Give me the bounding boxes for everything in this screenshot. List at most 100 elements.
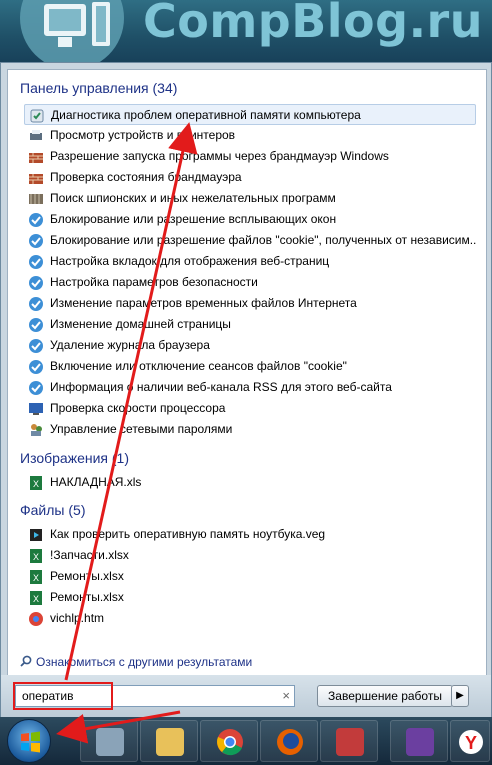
internet-options-icon <box>29 297 43 311</box>
internet-options-icon <box>29 276 43 290</box>
control-panel-item[interactable]: Проверка состояния брандмауэра <box>24 167 476 188</box>
control-panel-item[interactable]: Изменение домашней страницы <box>24 314 476 335</box>
images-item[interactable]: X НАКЛАДНАЯ.xls <box>24 472 476 493</box>
taskbar-app[interactable] <box>320 720 378 762</box>
files-item[interactable]: X Ремонты.xlsx <box>24 587 476 608</box>
control-panel-item-label: Блокирование или разрешение всплывающих … <box>50 212 337 226</box>
annotation-highlight-box <box>13 682 113 710</box>
search-icon <box>20 655 32 667</box>
control-panel-item-label: Удаление журнала браузера <box>50 338 210 352</box>
control-panel-item-label: Диагностика проблем оперативной памяти к… <box>51 108 361 122</box>
save-icon <box>406 728 434 756</box>
blog-title: CompBlog.ru <box>143 0 483 48</box>
files-item-label: !Запчасти.xlsx <box>50 548 129 562</box>
svg-text:X: X <box>33 552 39 562</box>
video-file-icon <box>30 529 42 541</box>
excel-icon: X <box>30 591 42 605</box>
svg-text:Y: Y <box>465 733 477 753</box>
monitor-stand <box>58 37 72 47</box>
search-results: Панель управления (34) Диагностика пробл… <box>7 69 487 733</box>
internet-options-icon <box>29 318 43 332</box>
files-item[interactable]: X !Запчасти.xlsx <box>24 545 476 566</box>
taskbar-calculator[interactable] <box>80 720 138 762</box>
control-panel-item[interactable]: Просмотр устройств и принтеров <box>24 125 476 146</box>
firewall-icon <box>29 174 43 184</box>
group-header-control-panel[interactable]: Панель управления (34) <box>20 80 177 96</box>
control-panel-item[interactable]: Проверка скорости процессора <box>24 398 476 419</box>
defender-icon <box>29 194 43 204</box>
files-item-label: Ремонты.xlsx <box>50 569 124 583</box>
taskbar-chrome[interactable] <box>200 720 258 762</box>
control-panel-item-label: Информация о наличии веб-канала RSS для … <box>50 380 392 394</box>
taskbar-firefox[interactable] <box>260 720 318 762</box>
internet-options-icon <box>29 381 43 395</box>
computer-logo-icon <box>44 4 86 36</box>
images-item-label: НАКЛАДНАЯ.xls <box>50 475 142 489</box>
search-row: оператив × Завершение работы ▶ <box>1 675 491 717</box>
control-panel-item[interactable]: Блокирование или разрешение файлов "cook… <box>24 230 476 251</box>
internet-options-icon <box>29 339 43 353</box>
explorer-icon <box>156 728 184 756</box>
control-panel-item-label: Настройка вкладок для отображения веб-ст… <box>50 254 330 268</box>
system-icon <box>29 403 43 415</box>
svg-text:X: X <box>33 594 39 604</box>
internet-options-icon <box>29 213 43 227</box>
users-icon <box>31 424 42 436</box>
control-panel-item[interactable]: Поиск шпионских и иных нежелательных про… <box>24 188 476 209</box>
svg-text:X: X <box>33 479 39 489</box>
chrome-file-icon <box>29 612 43 626</box>
control-panel-item-label: Разрешение запуска программы через бранд… <box>50 149 389 163</box>
files-item-label: vichlp.htm <box>50 611 105 625</box>
files-item-label: Ремонты.xlsx <box>50 590 124 604</box>
internet-options-icon <box>29 360 43 374</box>
files-item[interactable]: Как проверить оперативную память ноутбук… <box>24 524 476 545</box>
control-panel-item[interactable]: Настройка вкладок для отображения веб-ст… <box>24 251 476 272</box>
control-panel-item-label: Управление сетевыми паролями <box>50 422 233 436</box>
control-panel-item-label: Включение или отключение сеансов файлов … <box>50 359 347 373</box>
control-panel-item[interactable]: Информация о наличии веб-канала RSS для … <box>24 377 476 398</box>
files-item[interactable]: X Ремонты.xlsx <box>24 566 476 587</box>
taskbar: Y <box>0 717 492 765</box>
printer-icon <box>30 130 42 140</box>
files-item[interactable]: vichlp.htm <box>24 608 476 629</box>
memory-diagnostic-icon <box>30 109 44 123</box>
control-panel-item-label: Настройка параметров безопасности <box>50 275 258 289</box>
firewall-icon <box>29 153 43 163</box>
control-panel-item-label: Блокирование или разрешение файлов "cook… <box>50 233 476 247</box>
taskbar-save[interactable] <box>390 720 448 762</box>
internet-options-icon <box>29 255 43 269</box>
windows-logo-icon <box>21 731 40 753</box>
excel-icon: X <box>30 549 42 563</box>
clear-search-icon[interactable]: × <box>282 688 290 703</box>
shutdown-options-arrow-icon[interactable]: ▶ <box>451 685 469 707</box>
firefox-icon <box>277 729 303 755</box>
calculator-icon <box>96 728 124 756</box>
control-panel-item-label: Просмотр устройств и принтеров <box>50 128 236 142</box>
svg-text:X: X <box>33 573 39 583</box>
control-panel-item[interactable]: Блокирование или разрешение всплывающих … <box>24 209 476 230</box>
control-panel-item[interactable]: Управление сетевыми паролями <box>24 419 476 440</box>
taskbar-explorer[interactable] <box>140 720 198 762</box>
pc-tower-icon <box>92 2 110 46</box>
start-button[interactable] <box>7 719 51 763</box>
shutdown-button[interactable]: Завершение работы <box>317 685 453 707</box>
control-panel-item-label: Изменение параметров временных файлов Ин… <box>50 296 357 310</box>
group-header-images[interactable]: Изображения (1) <box>20 450 129 466</box>
control-panel-item-label: Поиск шпионских и иных нежелательных про… <box>50 191 336 205</box>
control-panel-item[interactable]: Настройка параметров безопасности <box>24 272 476 293</box>
files-item-label: Как проверить оперативную память ноутбук… <box>50 527 326 541</box>
blog-banner: CompBlog.ru <box>0 0 492 62</box>
control-panel-item[interactable]: Удаление журнала браузера <box>24 335 476 356</box>
chrome-icon <box>217 729 243 756</box>
taskbar-yandex[interactable]: Y <box>450 720 490 762</box>
start-menu: Панель управления (34) Диагностика пробл… <box>0 62 492 733</box>
control-panel-item-label: Проверка скорости процессора <box>50 401 226 415</box>
control-panel-item[interactable]: Включение или отключение сеансов файлов … <box>24 356 476 377</box>
control-panel-item[interactable]: Разрешение запуска программы через бранд… <box>24 146 476 167</box>
control-panel-item[interactable]: Изменение параметров временных файлов Ин… <box>24 293 476 314</box>
group-header-files[interactable]: Файлы (5) <box>20 502 85 518</box>
see-more-results-link[interactable]: Ознакомиться с другими результатами <box>20 655 252 669</box>
control-panel-item[interactable]: Диагностика проблем оперативной памяти к… <box>24 104 476 125</box>
internet-options-icon <box>29 234 43 248</box>
excel-icon: X <box>30 476 42 490</box>
